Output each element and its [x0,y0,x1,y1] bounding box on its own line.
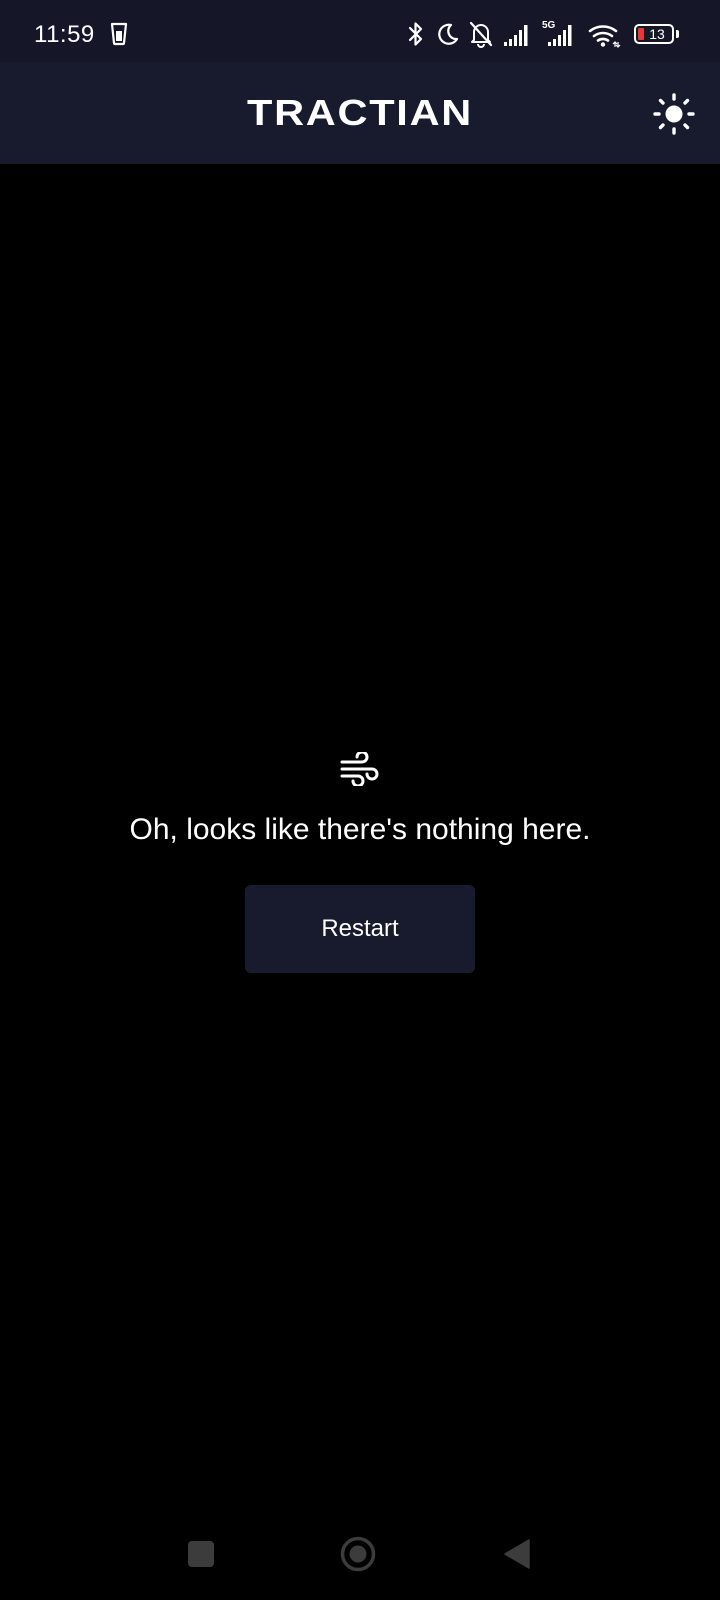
battery-nub [676,30,679,38]
battery-icon: 13 [634,24,674,44]
theme-toggle-button[interactable] [652,92,696,136]
wifi-icon [588,25,621,48]
sim-card-icon [110,22,128,46]
tractian-logo: TRACTIAN [247,95,473,129]
bluetooth-icon [408,22,423,46]
moon-icon [438,23,459,45]
empty-state-message: Oh, looks like there's nothing here. [129,813,591,846]
recents-square-icon[interactable] [188,1541,214,1567]
status-time: 11:59 [34,21,95,48]
status-bar: 11:59 5G 13 [0,0,720,62]
restart-button[interactable]: Restart [245,885,475,973]
app-header: TRACTIAN [0,62,720,164]
brand-logo-text: TRACTIAN [247,95,473,129]
wind-icon [340,752,379,786]
home-circle-icon[interactable] [340,1536,376,1572]
back-triangle-icon[interactable] [504,1539,530,1569]
battery-level: 13 [649,26,665,42]
signal-5g-icon [548,25,572,46]
sun-icon [653,93,695,135]
bell-off-icon [469,21,493,48]
signal-icon [504,25,528,46]
